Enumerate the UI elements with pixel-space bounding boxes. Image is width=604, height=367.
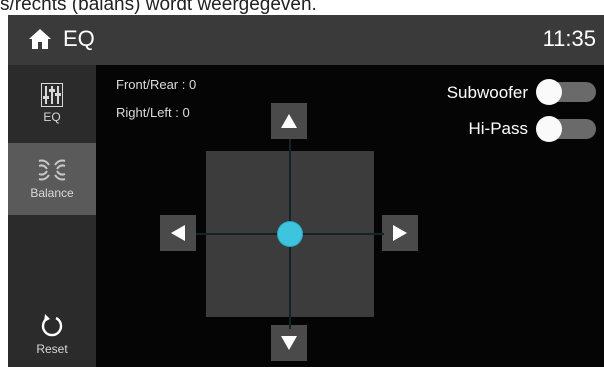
arrow-left-icon — [171, 225, 185, 241]
eq-sliders-icon — [41, 83, 63, 107]
sidebar-item-label: Balance — [30, 186, 74, 200]
head-unit-screen: EQ 11:35 EQ Balance Reset Front/Rear: 0… — [8, 15, 604, 367]
sidebar-item-label: EQ — [43, 110, 61, 124]
hi-pass-toggle[interactable] — [536, 116, 596, 142]
sidebar-item-reset[interactable]: Reset — [8, 313, 96, 367]
sidebar-item-label: Reset — [36, 342, 68, 356]
balance-quadrant-rear-right[interactable] — [291, 235, 374, 317]
subwoofer-toggle[interactable] — [536, 79, 596, 105]
sidebar-item-eq[interactable]: EQ — [8, 83, 96, 147]
arrow-right-icon — [393, 225, 407, 241]
arrow-down-icon — [281, 336, 297, 350]
balance-down-button[interactable] — [271, 325, 307, 361]
header-bar: EQ 11:35 — [8, 15, 604, 65]
balance-left-button[interactable] — [160, 215, 196, 251]
arrow-up-icon — [281, 114, 297, 128]
home-icon[interactable] — [28, 27, 52, 51]
reset-icon — [41, 314, 63, 337]
subwoofer-label: Subwoofer — [446, 83, 528, 102]
balance-position-handle[interactable] — [278, 222, 302, 246]
sidebar-item-balance[interactable]: Balance — [8, 143, 96, 215]
clock: 11:35 — [542, 26, 596, 51]
balance-quadrant-rear-left[interactable] — [206, 235, 289, 317]
balance-icon — [38, 159, 66, 181]
document-caption-text: s/rechts (balans) wordt weergegeven. — [0, 0, 317, 15]
right-left-readout: Right/Left : 0 — [116, 105, 190, 120]
balance-quadrant-front-left[interactable] — [206, 151, 289, 233]
toggle-knob — [536, 79, 562, 105]
toggle-knob — [536, 116, 562, 142]
page-title: EQ — [63, 26, 95, 51]
front-rear-readout: Front/Rear : 0 — [116, 77, 197, 92]
hi-pass-label: Hi-Pass — [468, 119, 528, 138]
balance-right-button[interactable] — [382, 215, 418, 251]
balance-up-button[interactable] — [271, 103, 307, 139]
sidebar: EQ Balance Reset — [8, 65, 96, 367]
balance-quadrant-front-right[interactable] — [291, 151, 374, 233]
